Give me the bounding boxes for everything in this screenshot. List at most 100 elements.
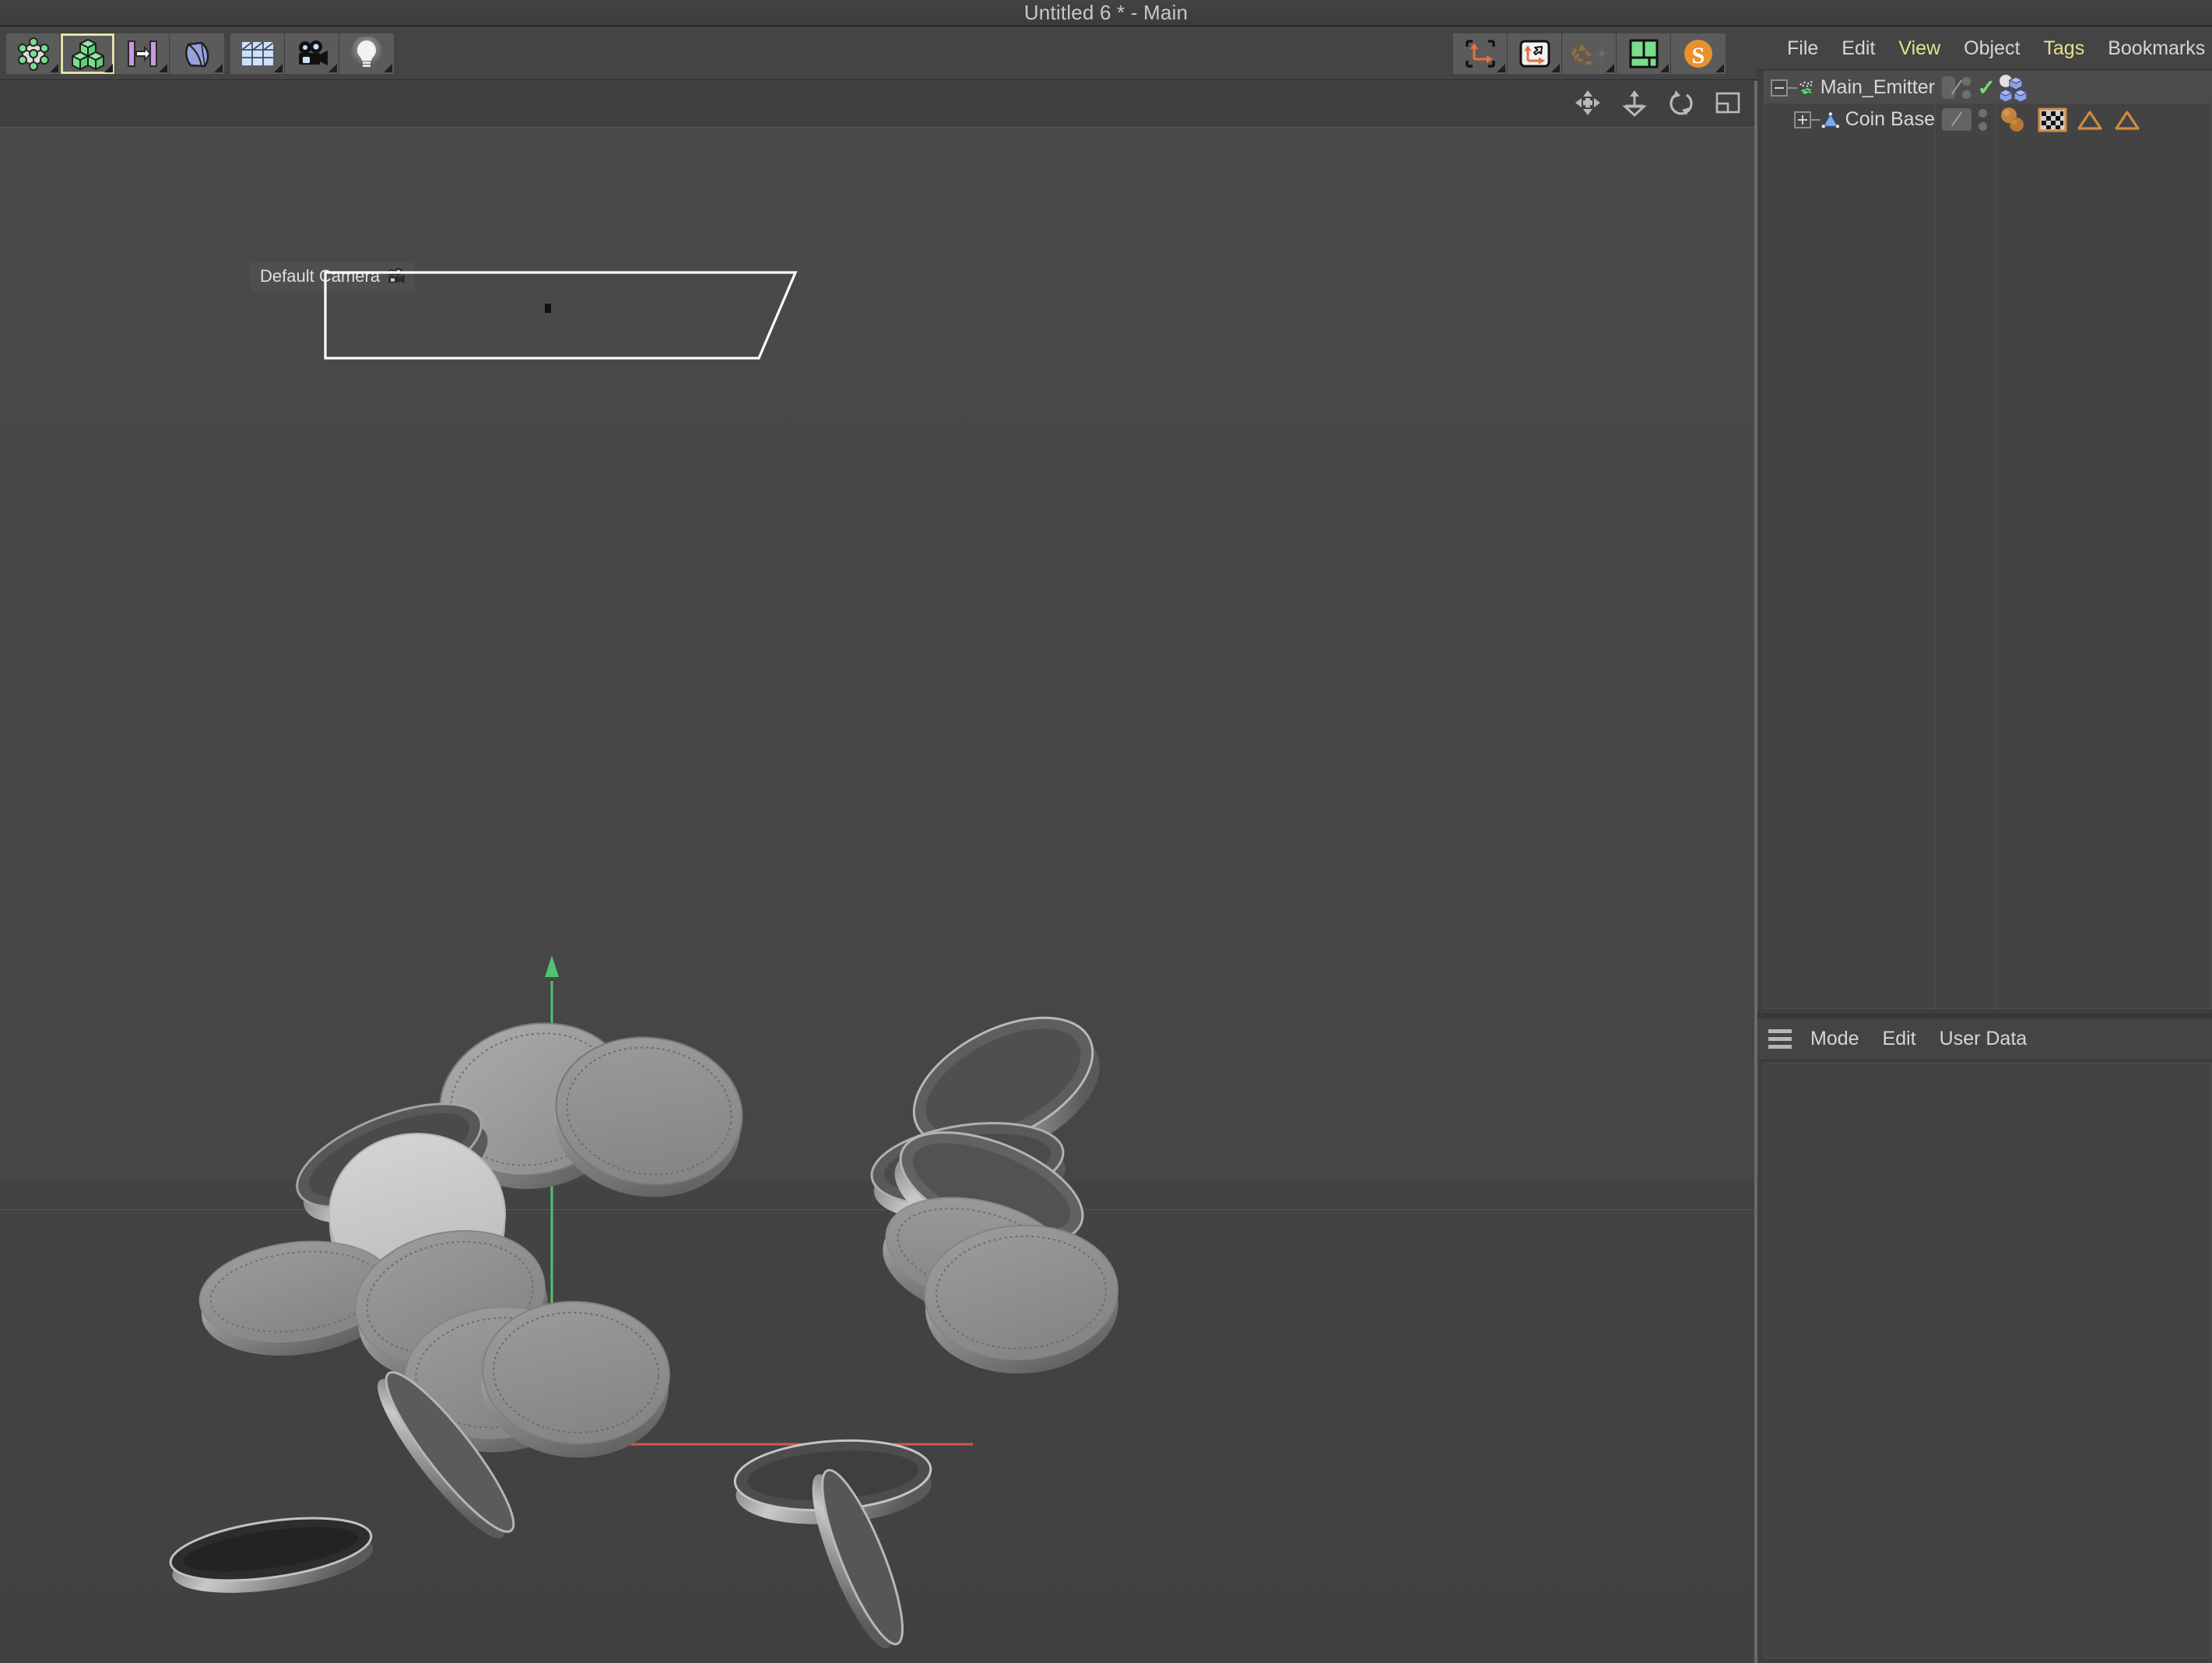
substance-button[interactable]: S (1671, 33, 1726, 74)
object-name: Coin Base (1845, 108, 1935, 130)
model-axis-mode-button[interactable] (115, 33, 170, 74)
button-corner-marker (1606, 64, 1614, 72)
om-menu-view[interactable]: View (1898, 37, 1940, 60)
tree-connector (1788, 86, 1797, 89)
object-manager: File Edit View Object Tags Bookmarks Mai… (1757, 27, 2212, 1013)
camera-icon (298, 40, 328, 65)
om-row-tree-coin-base: Coin Base (1764, 104, 1935, 135)
om-visibility-controls-main-emitter[interactable]: ✓ (1935, 72, 1996, 104)
viewport-3d-scene[interactable]: Default Camera (0, 128, 1756, 1663)
phong-tag-icon[interactable] (2075, 107, 2105, 132)
table-row[interactable]: Coin Base (1764, 104, 2211, 135)
om-tags-coin-base[interactable] (1996, 104, 2211, 135)
visibility-dots[interactable] (1979, 108, 1987, 131)
viewport[interactable]: Default Camera (0, 81, 1756, 1663)
button-corner-marker (384, 64, 392, 72)
model-axis-mode-icon (127, 40, 157, 67)
expand-minus-icon[interactable] (1771, 79, 1788, 97)
editor-visibility-toggle[interactable] (1942, 76, 1955, 99)
om-menu-edit[interactable]: Edit (1842, 37, 1875, 60)
substance-icon: S (1684, 40, 1712, 69)
toolbar-scene-group (230, 33, 394, 74)
layout-icon (1629, 39, 1658, 69)
deformer-mode-button[interactable] (170, 33, 224, 74)
am-menu-edit[interactable]: Edit (1883, 1028, 1916, 1050)
om-tags-main-emitter[interactable] (1996, 72, 2211, 104)
om-menu-bookmarks[interactable]: Bookmarks (2108, 37, 2205, 60)
svg-text:S: S (1692, 43, 1705, 69)
coin-particles (169, 1016, 1118, 1648)
floor-grid-button[interactable] (230, 33, 285, 74)
viewport-nav-buttons (1572, 87, 1743, 118)
light-bulb-icon (351, 37, 382, 67)
polygon-object-icon (1821, 111, 1840, 128)
toolbar-right-group: S (1453, 33, 1726, 74)
visibility-dots[interactable] (1961, 76, 1971, 99)
camera-button[interactable] (285, 33, 339, 74)
points-mode-icon (17, 37, 49, 71)
attribute-manager-menu-icon[interactable] (1768, 1025, 1792, 1053)
viewport-layout-button[interactable] (1712, 87, 1743, 118)
material-tag-icon[interactable] (1999, 107, 2030, 133)
scene-geometry (169, 271, 1118, 1648)
window-title: Untitled 6 * - Main (1023, 1, 1189, 24)
attribute-manager: Mode Edit User Data (1757, 1018, 2212, 1663)
table-row[interactable]: Main_Emitter ✓ (1764, 72, 2211, 104)
om-menu-file[interactable]: File (1787, 37, 1818, 60)
button-corner-marker (50, 64, 58, 72)
floor-grid-icon (241, 41, 274, 65)
attribute-manager-menubar: Mode Edit User Data (1757, 1018, 2212, 1060)
dolly-icon (1622, 90, 1647, 117)
object-mode-button[interactable] (61, 33, 115, 74)
button-corner-marker (214, 64, 223, 72)
om-visibility-controls-coin-base[interactable] (1935, 104, 1996, 135)
enabled-check-icon[interactable]: ✓ (1978, 76, 1996, 99)
texture-tag-icon[interactable] (2038, 107, 2067, 133)
button-corner-marker (274, 64, 283, 72)
cloner-matrix-tag-icon[interactable] (1999, 74, 2033, 102)
toolbar-mode-group (6, 33, 224, 74)
pan-button[interactable] (1572, 87, 1603, 118)
title-bar: Untitled 6 * - Main (0, 0, 2212, 26)
dolly-button[interactable] (1619, 87, 1650, 118)
deformer-mode-icon (185, 41, 209, 68)
render-settings-button[interactable] (1562, 33, 1617, 74)
am-menu-user-data[interactable]: User Data (1940, 1028, 2028, 1050)
attribute-manager-body[interactable] (1764, 1063, 2212, 1658)
editor-visibility-toggle[interactable] (1942, 108, 1971, 131)
object-axis-button[interactable] (1508, 33, 1562, 74)
points-mode-button[interactable] (6, 33, 61, 74)
world-axis-button[interactable] (1453, 33, 1508, 74)
button-corner-marker (1715, 64, 1724, 72)
tree-connector (1811, 118, 1821, 121)
object-manager-menubar: File Edit View Object Tags Bookmarks (1757, 27, 2212, 70)
light-button[interactable] (339, 33, 394, 74)
om-column-divider-visibility (1935, 72, 1936, 1008)
om-row-tree-main-emitter: Main_Emitter (1764, 72, 1935, 104)
om-menu-object[interactable]: Object (1964, 37, 2020, 60)
world-axis-icon (1465, 40, 1495, 68)
object-axis-icon (1519, 40, 1550, 68)
button-corner-marker (159, 64, 167, 72)
object-manager-tree[interactable]: Main_Emitter ✓ Coin Base (1764, 71, 2212, 1009)
button-corner-marker (104, 64, 113, 72)
button-corner-marker (1660, 64, 1669, 72)
button-corner-marker (1551, 64, 1560, 72)
cinema4d-window: Untitled 6 * - Main S Default Camera Fil… (0, 0, 2212, 1663)
expand-plus-icon[interactable] (1794, 111, 1811, 128)
om-menu-tags[interactable]: Tags (2043, 37, 2084, 60)
viewport-layout-icon (1715, 92, 1740, 114)
layout-button[interactable] (1617, 33, 1671, 74)
viewport-header (0, 81, 1756, 128)
am-menu-mode[interactable]: Mode (1810, 1028, 1859, 1050)
recycle-gear-icon (1569, 41, 1611, 66)
button-corner-marker (1497, 64, 1505, 72)
phong-tag-icon-2[interactable] (2112, 107, 2142, 132)
object-name: Main_Emitter (1820, 76, 1935, 98)
rotate-icon (1670, 90, 1693, 115)
button-corner-marker (328, 64, 337, 72)
emitter-wireframe (324, 271, 798, 360)
emitter-icon (1799, 80, 1813, 95)
pan-icon (1575, 90, 1600, 115)
rotate-button[interactable] (1666, 87, 1697, 118)
